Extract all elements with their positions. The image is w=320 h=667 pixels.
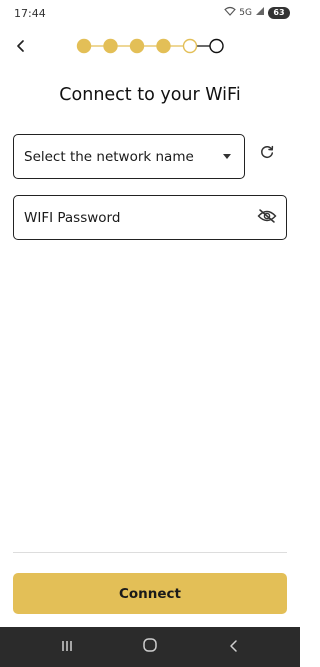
- system-nav-bar: [0, 627, 300, 667]
- footer-divider: [13, 552, 287, 553]
- recents-icon: [60, 638, 74, 657]
- status-time: 17:44: [14, 7, 46, 20]
- stepper-dot-completed: [156, 38, 171, 54]
- home-icon: [142, 637, 158, 657]
- signal-icon: [255, 6, 265, 19]
- refresh-icon: [259, 144, 275, 164]
- progress-stepper: [76, 37, 226, 55]
- password-field[interactable]: [13, 195, 287, 240]
- stepper-dot-completed: [76, 38, 92, 54]
- progress-stepper-graphic: [76, 38, 224, 54]
- home-button[interactable]: [138, 636, 162, 658]
- network-select-label: Select the network name: [24, 148, 194, 165]
- password-input[interactable]: [24, 209, 234, 226]
- back-nav-icon: [228, 638, 240, 657]
- page-title: Connect to your WiFi: [59, 85, 241, 105]
- wifi-icon: [224, 6, 237, 19]
- password-visibility-toggle[interactable]: [256, 207, 278, 229]
- back-button[interactable]: [10, 36, 32, 58]
- caret-down-icon: [223, 154, 231, 159]
- battery-indicator: 63: [268, 6, 290, 19]
- back-nav-button[interactable]: [222, 636, 246, 658]
- stepper-dot-completed: [129, 38, 145, 54]
- network-type-label: 5G: [239, 7, 252, 18]
- status-bar: 17:44 5G 63: [0, 0, 300, 28]
- connect-button[interactable]: Connect: [13, 573, 287, 614]
- stepper-dot-current: [182, 38, 198, 54]
- wifi-setup-screen: 17:44 5G 63 Connect to your WiFi Select …: [0, 0, 300, 667]
- eye-off-icon: [257, 208, 277, 228]
- stepper-dot-upcoming: [209, 38, 224, 54]
- stepper-dot-completed: [103, 38, 118, 54]
- status-icons: 5G 63: [224, 6, 290, 19]
- recents-button[interactable]: [55, 636, 79, 658]
- network-select[interactable]: Select the network name: [13, 134, 245, 179]
- refresh-button[interactable]: [256, 143, 278, 165]
- chevron-left-icon: [15, 38, 27, 57]
